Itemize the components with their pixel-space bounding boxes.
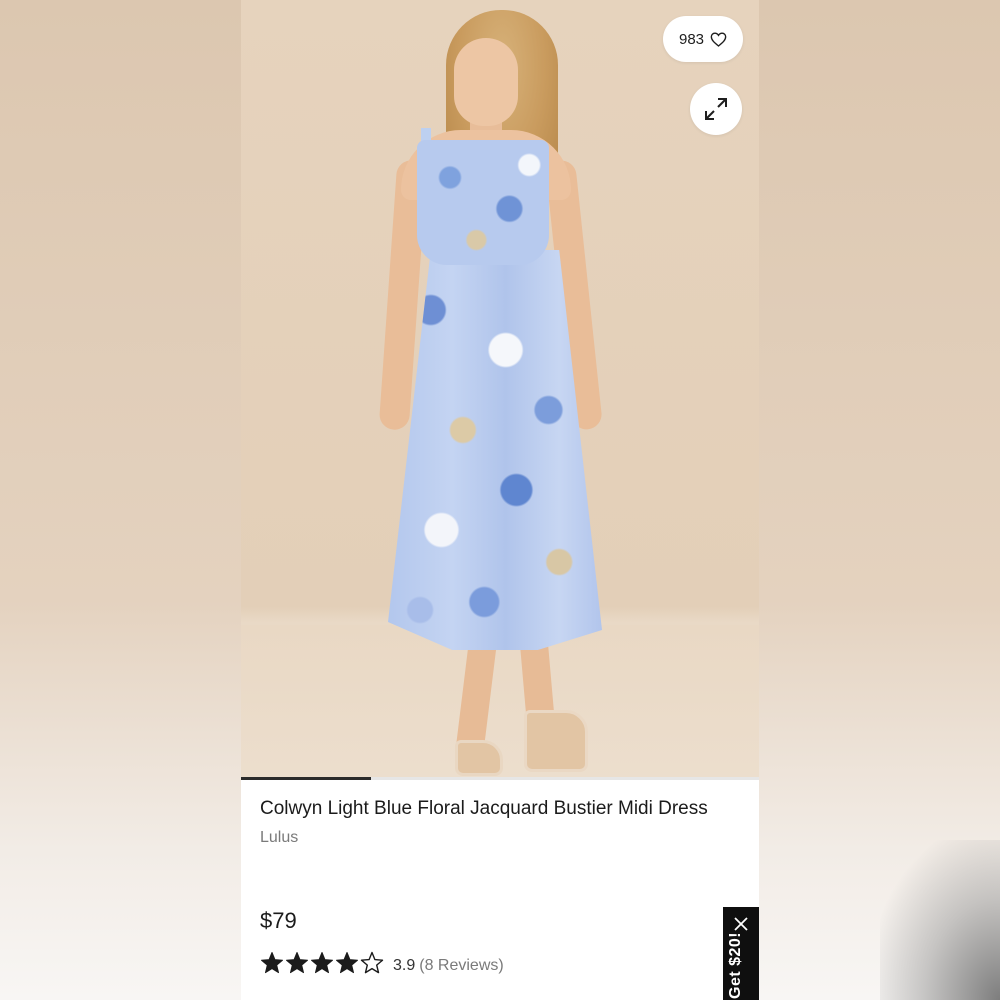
product-brand[interactable]: Lulus [260, 829, 730, 847]
model-face [454, 38, 518, 126]
review-count-link[interactable]: (8 Reviews) [419, 957, 503, 975]
gallery-progress-fill [241, 777, 371, 780]
star-filled-icon [286, 952, 308, 974]
like-button[interactable]: 983 [663, 16, 743, 62]
gallery-progress [241, 777, 759, 780]
product-info: Colwyn Light Blue Floral Jacquard Bustie… [260, 796, 730, 847]
heart-outline-icon [710, 32, 727, 47]
star-filled-icon [261, 952, 283, 974]
model-sandal-left [455, 740, 503, 776]
product-image[interactable]: 983 [241, 0, 759, 778]
product-price: $79 [260, 908, 297, 933]
expand-arrows-icon [705, 98, 727, 120]
product-screen: 983 Colwyn Light Blue Floral Jacquard Bu… [241, 0, 759, 1000]
background-blur-right [759, 0, 1000, 1000]
like-count: 983 [678, 30, 705, 48]
dress-bodice [417, 140, 549, 265]
product-rating[interactable]: 3.9 (8 Reviews) [260, 951, 504, 980]
rating-value: 3.9 [393, 956, 416, 974]
background-shade [880, 840, 1000, 1000]
rating-stars [260, 951, 385, 980]
star-filled-icon [311, 952, 333, 974]
promo-tab[interactable]: Get $20! [723, 907, 759, 1000]
promo-text[interactable]: Get $20! [727, 899, 745, 999]
star-filled-icon [336, 952, 358, 974]
star-outline-icon [360, 951, 384, 974]
product-title: Colwyn Light Blue Floral Jacquard Bustie… [260, 798, 708, 819]
expand-button[interactable] [690, 83, 742, 135]
model-sandal-right [524, 710, 588, 772]
background-blur-left [0, 0, 241, 1000]
